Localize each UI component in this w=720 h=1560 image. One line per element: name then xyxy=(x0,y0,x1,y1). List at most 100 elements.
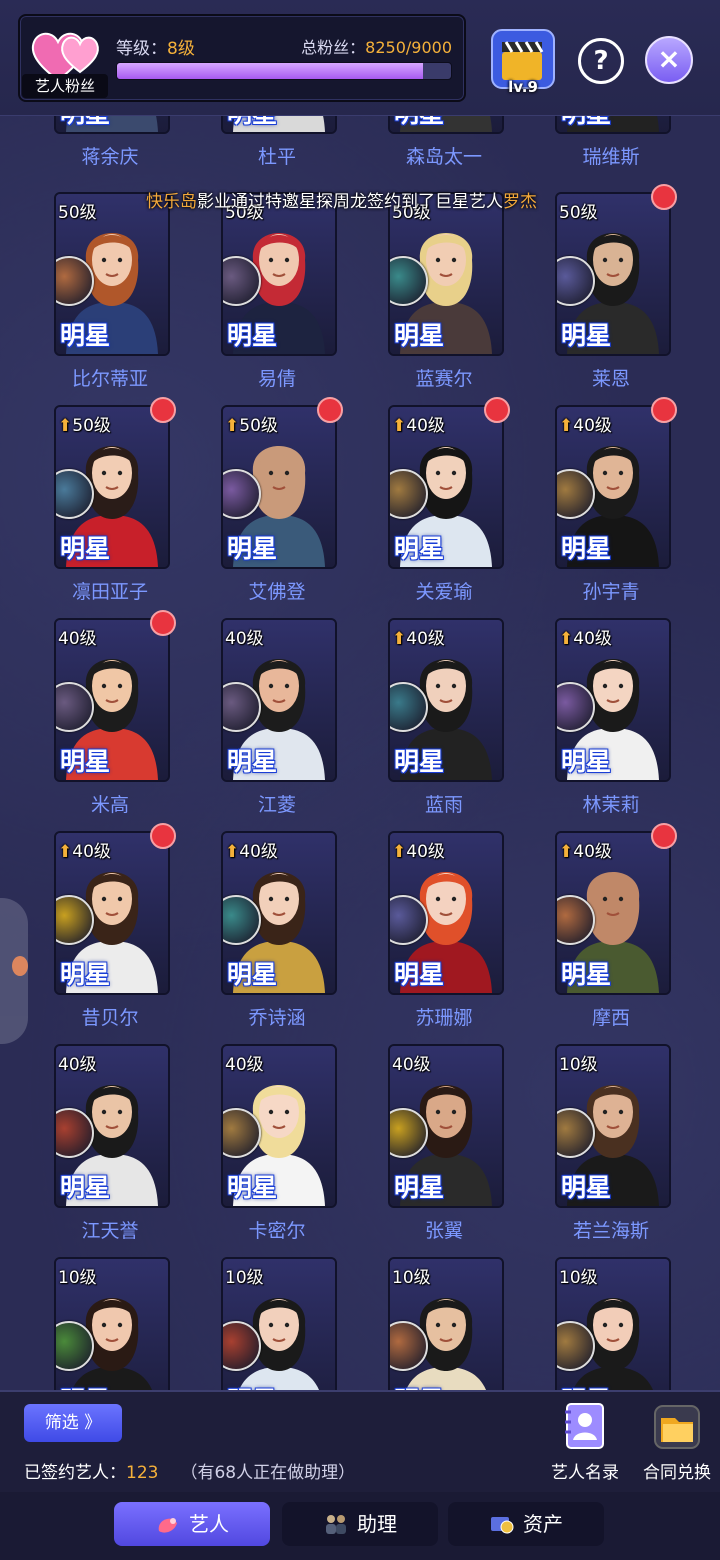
artist-name[interactable]: 若兰海斯 xyxy=(541,1216,681,1243)
artist-card[interactable]: ⬆50级 明星 xyxy=(221,405,337,569)
artist-level: ⬆40级 xyxy=(225,842,278,862)
artist-card[interactable]: ⬆40级明星 xyxy=(555,618,671,782)
artist-name[interactable]: 莱恩 xyxy=(541,364,681,391)
artist-name[interactable]: 瑞维斯 xyxy=(541,142,681,169)
star-label: 明星 xyxy=(394,1173,445,1202)
level-up-arrow-icon: ⬆ xyxy=(58,416,73,436)
coins-icon xyxy=(491,1517,514,1534)
artist-card[interactable]: ⬆40级 明星 xyxy=(555,831,671,995)
artist-name[interactable]: 关爱瑜 xyxy=(374,577,514,604)
artist-name[interactable]: 卡密尔 xyxy=(207,1216,347,1243)
artist-card[interactable]: ⬆40级明星 xyxy=(221,831,337,995)
artist-name[interactable]: 森岛太一 xyxy=(374,142,514,169)
artist-card[interactable]: 40级 明星 xyxy=(388,1044,504,1208)
artist-name[interactable]: 张翼 xyxy=(374,1216,514,1243)
notification-dot xyxy=(150,397,176,423)
artist-name[interactable]: 比尔蒂亚 xyxy=(40,364,180,391)
artist-level: 40级 xyxy=(58,1055,97,1075)
side-drawer-handle[interactable] xyxy=(0,898,28,1044)
artist-name[interactable]: 江菱 xyxy=(207,790,347,817)
fan-level: 等级：8级 xyxy=(116,39,195,59)
artist-level: 10级 xyxy=(225,1268,264,1288)
artist-name[interactable]: 蓝赛尔 xyxy=(374,364,514,391)
level-up-arrow-icon: ⬆ xyxy=(392,416,407,436)
star-label: 明星 xyxy=(227,321,278,350)
header-bar: 艺人粉丝 等级：8级 总粉丝：8250/9000 lv.9 ? × xyxy=(0,0,720,116)
artist-level: ⬆40级 xyxy=(559,842,612,862)
artist-name[interactable]: 江天誉 xyxy=(40,1216,180,1243)
artist-name[interactable]: 杜平 xyxy=(207,142,347,169)
filter-button[interactable]: 筛选 》 xyxy=(24,1404,122,1442)
notification-dot xyxy=(150,823,176,849)
artist-card[interactable]: 10级明星 xyxy=(388,1257,504,1390)
artist-level: 50级 xyxy=(559,203,598,223)
artist-name[interactable]: 苏珊娜 xyxy=(374,1003,514,1030)
artist-card[interactable]: 40级 明星 xyxy=(221,1044,337,1208)
tab-artists[interactable]: 艺人 xyxy=(114,1502,270,1546)
artist-card[interactable]: 50级 明星 xyxy=(388,192,504,356)
artist-card[interactable]: 40级 明星 xyxy=(54,1044,170,1208)
star-label: 明星 xyxy=(227,1381,277,1390)
artist-card[interactable]: 50级 明星 xyxy=(221,192,337,356)
star-label: 明星 xyxy=(394,534,445,563)
artist-card[interactable]: 40级 明星 xyxy=(54,618,170,782)
artist-name[interactable]: 乔诗涵 xyxy=(207,1003,347,1030)
notebook-icon xyxy=(565,1403,604,1449)
artist-level: 10级 xyxy=(559,1268,598,1288)
artist-name[interactable]: 孙宇青 xyxy=(541,577,681,604)
star-label: 明星 xyxy=(394,747,445,776)
announcement-marquee: 快乐岛影业通过特邀星探周龙签约到了巨星艺人罗杰 xyxy=(146,192,537,212)
artist-name[interactable]: 摩西 xyxy=(541,1003,681,1030)
artist-level: 10级 xyxy=(392,1268,431,1288)
star-label: 明星 xyxy=(561,1173,612,1202)
artist-directory-button[interactable]: 艺人名录 xyxy=(540,1402,630,1483)
level-up-arrow-icon: ⬆ xyxy=(225,842,240,862)
signed-artists-count: 已签约艺人：123 （有68人正在做助理） xyxy=(24,1463,356,1483)
total-fans: 总粉丝：8250/9000 xyxy=(301,38,452,57)
artist-card[interactable]: ⬆40级 明星 xyxy=(54,831,170,995)
studio-level: lv.9 xyxy=(508,78,538,96)
artist-card[interactable]: ⬆40级 明星 xyxy=(388,618,504,782)
contract-exchange-button[interactable]: 合同兑换 xyxy=(632,1402,720,1483)
artist-name[interactable]: 蒋余庆 xyxy=(40,142,180,169)
artist-name[interactable]: 易倩 xyxy=(207,364,347,391)
artist-directory-label: 艺人名录 xyxy=(551,1463,619,1483)
artist-card[interactable]: 10级明星 xyxy=(54,1257,170,1390)
artist-card[interactable]: ⬆40级 明星 xyxy=(388,405,504,569)
star-label: 明星 xyxy=(227,1173,278,1202)
star-label: 明星 xyxy=(60,1381,110,1390)
folder-icon xyxy=(654,1405,700,1449)
level-up-arrow-icon: ⬆ xyxy=(392,629,407,649)
artist-name[interactable]: 林茉莉 xyxy=(541,790,681,817)
artist-level: 10级 xyxy=(58,1268,97,1288)
artist-card[interactable]: ⬆40级 明星 xyxy=(388,831,504,995)
star-label: 明星 xyxy=(227,960,278,989)
artist-name[interactable]: 艾佛登 xyxy=(207,577,347,604)
notification-dot xyxy=(651,823,677,849)
artist-card[interactable]: ⬆40级 明星 xyxy=(555,405,671,569)
artist-card[interactable]: ⬆50级 明星 xyxy=(54,405,170,569)
level-up-arrow-icon: ⬆ xyxy=(559,629,574,649)
artist-card[interactable]: 50级 明星 xyxy=(555,192,671,356)
artist-card[interactable]: 10级明星 xyxy=(555,1044,671,1208)
artist-level: 40级 xyxy=(225,629,264,649)
artist-card[interactable]: 40级 明星 xyxy=(221,618,337,782)
tab-assistants[interactable]: 助理 xyxy=(282,1502,438,1546)
close-button[interactable]: × xyxy=(645,36,693,84)
tab-assets[interactable]: 资产 xyxy=(448,1502,604,1546)
artist-level: ⬆40级 xyxy=(559,416,612,436)
artist-name[interactable]: 米高 xyxy=(40,790,180,817)
artist-name[interactable]: 昔贝尔 xyxy=(40,1003,180,1030)
artist-name[interactable]: 蓝雨 xyxy=(374,790,514,817)
level-up-arrow-icon: ⬆ xyxy=(392,842,407,862)
artist-card[interactable]: 10级明星 xyxy=(221,1257,337,1390)
star-label: 明星 xyxy=(561,747,612,776)
artist-level: ⬆40级 xyxy=(559,629,612,649)
artist-card[interactable]: 50级 明星 xyxy=(54,192,170,356)
artist-card[interactable]: 10级明星 xyxy=(555,1257,671,1390)
help-button[interactable]: ? xyxy=(578,38,624,84)
artist-name[interactable]: 凛田亚子 xyxy=(40,577,180,604)
star-label: 明星 xyxy=(394,1381,444,1390)
artist-level: 40级 xyxy=(58,629,97,649)
star-label: 明星 xyxy=(60,960,111,989)
